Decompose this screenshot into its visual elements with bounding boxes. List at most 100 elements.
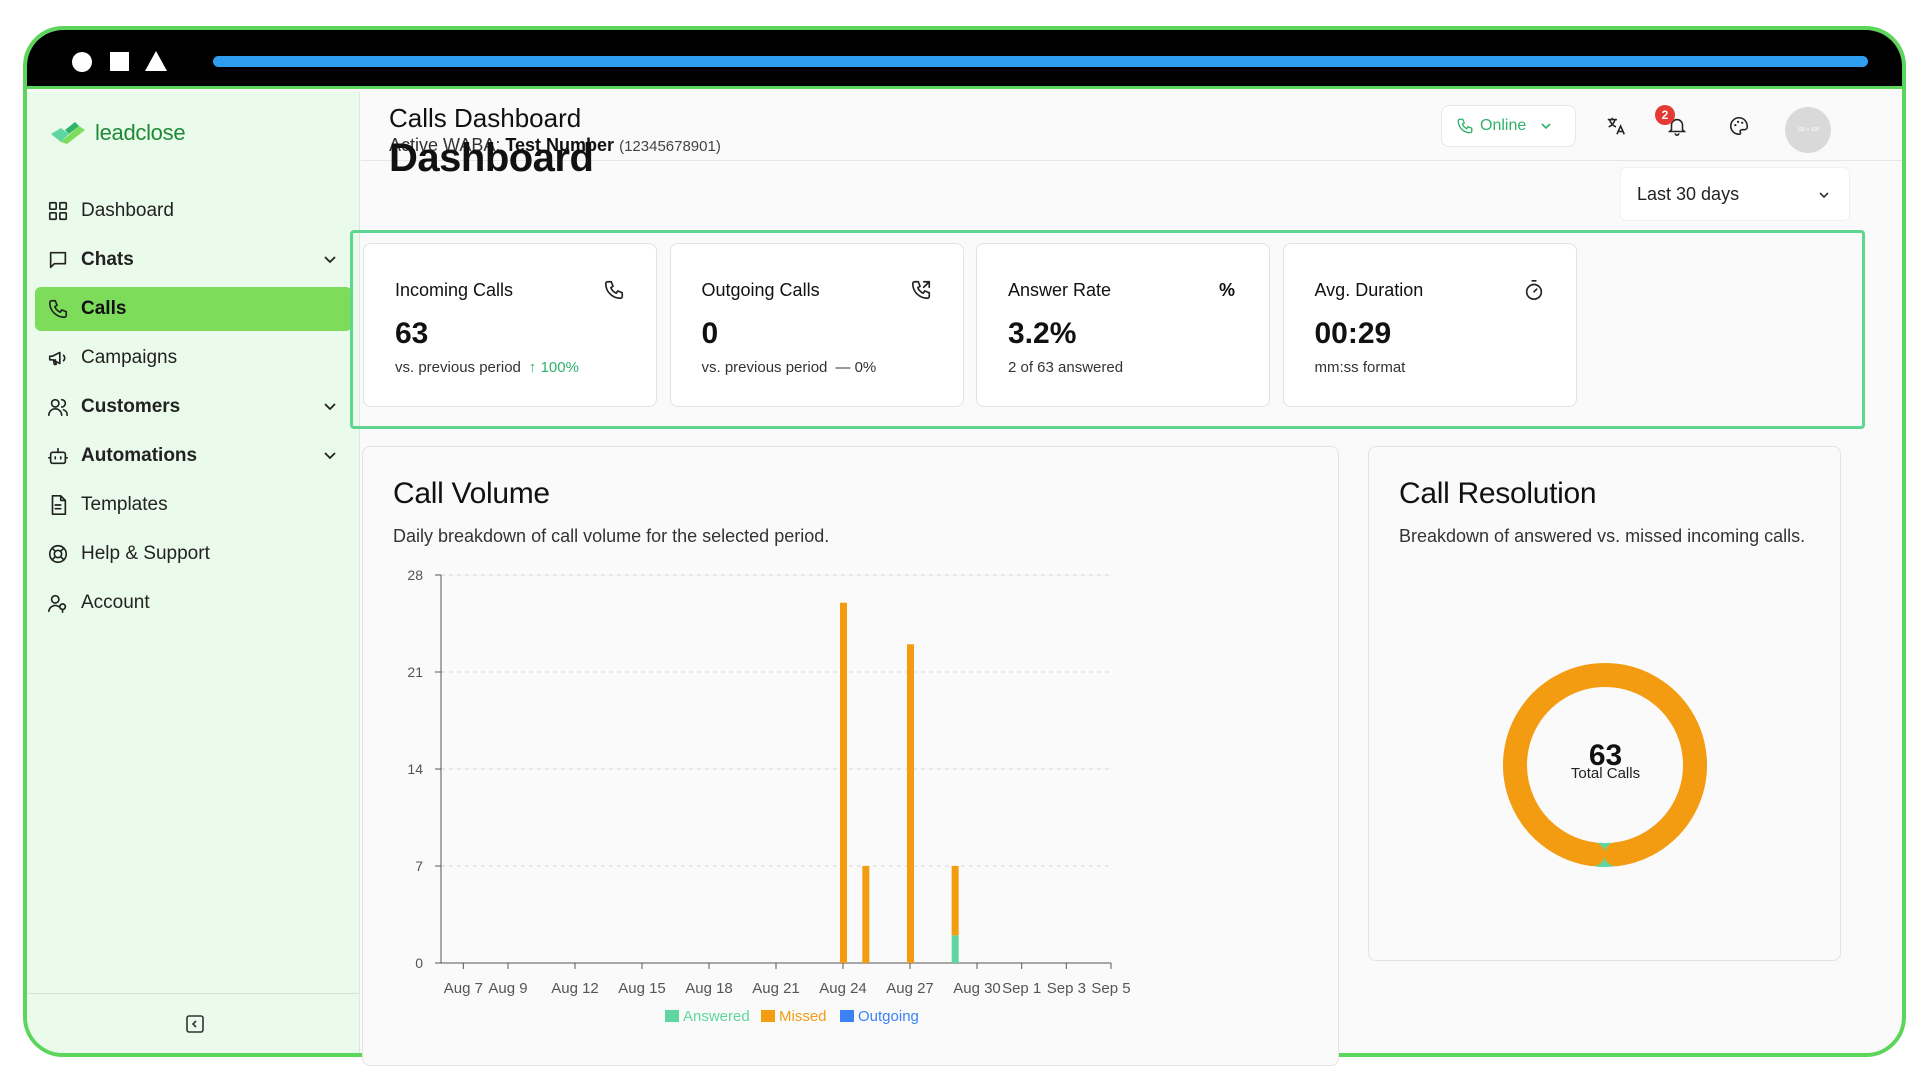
y-tick-label: 21 xyxy=(407,664,423,680)
collapse-sidebar-button[interactable] xyxy=(185,1014,205,1034)
legend-swatch-missed xyxy=(761,1010,775,1022)
stat-note: mm:ss format xyxy=(1315,359,1406,376)
sidebar-item-label: Campaigns xyxy=(81,347,178,368)
legend-swatch-answered xyxy=(665,1010,679,1022)
stat-card-outgoing-calls: Outgoing Calls 0 vs. previous period — 0% xyxy=(669,243,964,407)
chat-icon xyxy=(47,249,69,271)
x-tick-label: Aug 12 xyxy=(551,980,599,997)
stat-value: 0 xyxy=(701,317,719,350)
legend-swatch-outgoing xyxy=(840,1010,854,1022)
x-tick-label: Aug 15 xyxy=(618,980,666,997)
timer-icon xyxy=(1522,278,1546,302)
sidebar-item-label: Help & Support xyxy=(81,543,210,564)
bar-missed xyxy=(840,602,847,963)
sidebar-item-templates[interactable]: Templates xyxy=(35,483,352,527)
x-tick-label: Aug 9 xyxy=(488,980,527,997)
sidebar-nav: Dashboard Chats Calls Campaigns Customers Aut… xyxy=(35,189,352,630)
sidebar-footer xyxy=(27,993,359,1053)
stat-note: vs. previous period ↑ 100% xyxy=(395,359,579,376)
translate-icon xyxy=(1607,117,1625,135)
avatar[interactable]: 100 × 100 xyxy=(1785,107,1831,153)
theme-palette-button[interactable] xyxy=(1727,114,1751,138)
stat-note-text: vs. previous period xyxy=(395,359,521,376)
phone-icon xyxy=(48,299,68,319)
stat-label: Answer Rate xyxy=(1008,280,1112,300)
sidebar-item-label: Calls xyxy=(81,298,127,319)
timer-icon xyxy=(1525,280,1542,300)
grid-icon xyxy=(48,201,68,221)
phone-incoming-icon xyxy=(602,278,626,302)
y-tick-label: 7 xyxy=(415,858,423,874)
lifebuoy-icon xyxy=(47,543,69,565)
x-tick-label: Sep 5 xyxy=(1091,980,1130,997)
sidebar-item-label: Chats xyxy=(81,249,134,270)
donut-total-label: Total Calls xyxy=(1570,765,1641,782)
stat-label: Avg. Duration xyxy=(1314,280,1424,300)
stat-card-avg-duration: Avg. Duration 00:29 mm:ss format xyxy=(1282,243,1577,407)
sidebar: leadclose Dashboard Chats Calls Campaigns Cu… xyxy=(27,92,360,1053)
stat-change: — 0% xyxy=(835,359,877,376)
stat-note-text: vs. previous period xyxy=(701,359,828,376)
stat-value: 63 xyxy=(395,317,429,350)
y-tick-label: 14 xyxy=(407,761,423,777)
page-title: Dashboard xyxy=(389,136,594,180)
stat-note: vs. previous period — 0% xyxy=(702,359,877,376)
sidebar-item-help-support[interactable]: Help & Support xyxy=(35,532,352,576)
date-range-select[interactable]: Last 30 days xyxy=(1620,167,1850,221)
translate-button[interactable] xyxy=(1604,114,1628,138)
sidebar-item-account[interactable]: Account xyxy=(35,581,352,625)
sidebar-item-label: Dashboard xyxy=(81,200,174,221)
waba-number: (12345678901) xyxy=(619,138,721,155)
x-tick-label: Aug 18 xyxy=(685,980,733,997)
x-tick-label: Aug 30 xyxy=(953,980,1001,997)
phone-outgoing-icon xyxy=(909,278,933,302)
collapse-icon xyxy=(186,1015,204,1033)
logo[interactable]: leadclose xyxy=(49,120,186,146)
notification-badge: 2 xyxy=(1655,105,1675,125)
chevron-down-icon xyxy=(1819,192,1829,199)
bar-missed xyxy=(907,644,914,963)
stat-note-text: 2 of 63 answered xyxy=(1008,359,1124,376)
top-bar xyxy=(27,30,1902,89)
status-label: Online xyxy=(1480,117,1527,134)
x-tick-label: Aug 27 xyxy=(886,980,934,997)
header-title: Calls Dashboard xyxy=(389,103,582,133)
sidebar-item-label: Account xyxy=(81,592,150,613)
square-icon xyxy=(110,52,129,71)
sidebar-item-campaigns[interactable]: Campaigns xyxy=(35,336,352,380)
stat-value: 00:29 xyxy=(1314,317,1392,350)
date-range-value: Last 30 days xyxy=(1637,183,1740,204)
call-volume-chart: 0 7 14 21 28 Aug 7 Aug 9 Aug 12 Aug 15 Aug 18 Aug … xyxy=(407,567,1130,1025)
sidebar-item-automations[interactable]: Automations xyxy=(35,434,352,478)
logo-text: leadclose xyxy=(95,120,186,145)
x-tick-label: Sep 1 xyxy=(1002,980,1041,997)
triangle-icon xyxy=(145,51,167,71)
phone-icon xyxy=(47,298,69,320)
stat-note-text: mm:ss format xyxy=(1314,359,1406,376)
sidebar-item-chats[interactable]: Chats xyxy=(35,238,352,282)
stat-card-incoming-calls: Incoming Calls 63 vs. previous period ↑ 100… xyxy=(363,243,657,407)
chat-icon xyxy=(49,251,67,269)
phone-incoming-icon xyxy=(604,280,624,300)
sidebar-item-dashboard[interactable]: Dashboard xyxy=(35,189,352,233)
phone-outgoing-icon xyxy=(911,280,930,300)
y-tick-label: 28 xyxy=(407,567,423,583)
stat-card-answer-rate: Answer Rate% 3.2% 2 of 63 answered xyxy=(976,243,1270,407)
stats-section: Incoming Calls 63 vs. previous period ↑ 100… xyxy=(350,230,1865,429)
percent-icon: % xyxy=(1218,279,1235,300)
megaphone-icon xyxy=(48,351,66,366)
stat-change: ↑ 100% xyxy=(528,359,579,376)
sidebar-item-customers[interactable]: Customers xyxy=(35,385,352,429)
x-tick-label: Aug 21 xyxy=(752,980,800,997)
bar-answered xyxy=(951,935,959,963)
phone-icon xyxy=(1457,118,1473,134)
status-dropdown[interactable]: Online xyxy=(1441,105,1576,147)
stat-note: 2 of 63 answered xyxy=(1008,359,1123,376)
circle-icon xyxy=(72,52,92,72)
logo-mark-icon xyxy=(49,120,87,146)
bar-missed xyxy=(951,866,959,936)
y-tick-label: 0 xyxy=(415,955,423,971)
bot-icon xyxy=(47,445,69,467)
sidebar-item-calls[interactable]: Calls xyxy=(35,287,352,331)
lifebuoy-icon xyxy=(48,544,68,564)
